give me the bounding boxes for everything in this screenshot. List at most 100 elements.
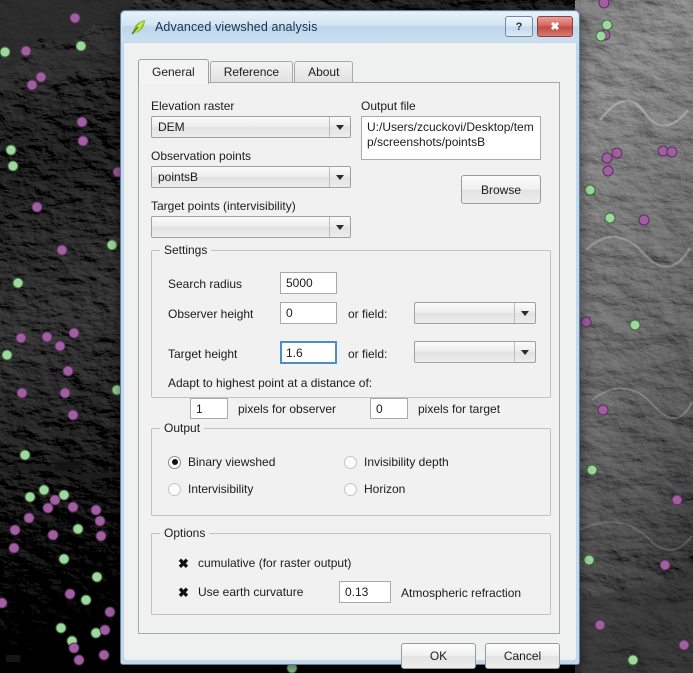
map-point-target xyxy=(584,184,596,196)
map-point-observer xyxy=(594,619,606,631)
map-point-observer xyxy=(0,597,8,609)
map-point-observer xyxy=(31,201,43,213)
radio-binary-viewshed[interactable]: Binary viewshed xyxy=(168,455,275,469)
target-or-field-label: or field: xyxy=(348,347,388,361)
map-point-observer xyxy=(15,332,27,344)
map-point-observer xyxy=(9,524,21,536)
map-point-observer xyxy=(659,559,671,571)
map-point-observer xyxy=(68,327,80,339)
checkbox-cumulative-label: cumulative (for raster output) xyxy=(198,556,352,570)
map-point-target xyxy=(91,571,103,583)
map-point-observer xyxy=(77,135,89,147)
browse-button[interactable]: Browse xyxy=(461,175,541,204)
tab-pane-general: Elevation raster DEM Observation points … xyxy=(138,82,560,634)
atmospheric-refraction-label: Atmospheric refraction xyxy=(401,586,522,600)
observer-or-field-label: or field: xyxy=(348,307,388,321)
options-group-title: Options xyxy=(160,526,210,540)
map-point-target xyxy=(75,40,87,52)
output-file-input[interactable]: U:/Users/zcuckovi/Desktop/temp/screensho… xyxy=(361,116,541,160)
target-height-input[interactable]: 1.6 xyxy=(280,341,337,364)
dialog-client-area: General Reference About Elevation raster… xyxy=(124,43,576,669)
observer-height-input[interactable]: 0 xyxy=(280,302,337,324)
map-point-observer xyxy=(598,0,610,9)
output-group: Output Binary viewshed Invisibility dept… xyxy=(151,421,551,516)
map-point-observer xyxy=(68,642,80,654)
output-group-title: Output xyxy=(160,421,205,435)
map-point-target xyxy=(629,319,641,331)
map-point-target xyxy=(55,622,67,634)
dialog-title: Advanced viewshed analysis xyxy=(155,19,318,34)
map-point-observer xyxy=(638,214,650,226)
adapt-target-input[interactable]: 0 xyxy=(370,398,408,419)
adapt-observer-input[interactable]: 1 xyxy=(190,398,228,419)
adapt-observer-label: pixels for observer xyxy=(238,402,337,416)
checkbox-earth-curvature[interactable]: ✖ Use earth curvature xyxy=(177,585,303,599)
map-point-observer xyxy=(42,502,54,514)
target-height-field-combo[interactable] xyxy=(414,341,536,363)
chevron-down-icon[interactable] xyxy=(514,342,535,362)
map-point-observer xyxy=(94,515,106,527)
help-button[interactable]: ? xyxy=(505,16,533,37)
search-radius-input[interactable]: 5000 xyxy=(280,272,337,294)
radio-horizon-label: Horizon xyxy=(364,482,406,496)
map-point-target xyxy=(1,349,13,361)
observer-height-label: Observer height xyxy=(168,307,254,321)
map-point-observer xyxy=(16,387,28,399)
map-point-target xyxy=(601,19,613,31)
options-group: Options ✖ cumulative (for raster output)… xyxy=(151,526,551,615)
adapt-highest-point-label: Adapt to highest point at a distance of: xyxy=(168,376,373,390)
radio-invisibility-depth[interactable]: Invisibility depth xyxy=(344,455,449,469)
map-point-observer xyxy=(90,504,102,516)
chevron-down-icon[interactable] xyxy=(329,117,350,137)
map-point-observer xyxy=(580,316,592,328)
atmospheric-refraction-input[interactable]: 0.13 xyxy=(339,581,391,603)
target-points-combo[interactable] xyxy=(151,216,351,238)
map-point-target xyxy=(90,627,102,639)
chevron-down-icon[interactable] xyxy=(329,217,350,237)
map-point-target xyxy=(19,449,31,461)
map-point-observer xyxy=(59,387,71,399)
close-icon[interactable]: ✖ xyxy=(537,16,573,37)
map-point-target xyxy=(80,594,92,606)
radio-dot xyxy=(168,482,181,496)
map-point-target xyxy=(58,553,70,565)
radio-dot xyxy=(344,482,357,496)
tab-about[interactable]: About xyxy=(294,61,354,83)
map-point-target xyxy=(12,277,24,289)
map-point-target xyxy=(595,30,607,42)
map-point-observer xyxy=(56,244,68,256)
radio-intervisibility[interactable]: Intervisibility xyxy=(168,482,253,496)
map-point-observer xyxy=(98,649,110,661)
observation-points-value: pointsB xyxy=(158,170,199,184)
map-point-observer xyxy=(47,529,59,541)
observation-points-label: Observation points xyxy=(151,149,252,163)
map-point-observer xyxy=(95,530,107,542)
dialog-titlebar[interactable]: Advanced viewshed analysis ? ✖ xyxy=(122,12,578,41)
map-point-observer xyxy=(23,512,35,524)
advanced-viewshed-analysis-dialog[interactable]: Advanced viewshed analysis ? ✖ General R… xyxy=(120,10,580,669)
screen: Advanced viewshed analysis ? ✖ General R… xyxy=(0,0,693,673)
chevron-down-icon[interactable] xyxy=(329,167,350,187)
map-point-observer xyxy=(602,165,614,177)
observer-height-field-combo[interactable] xyxy=(414,302,536,324)
map-point-observer xyxy=(99,624,111,636)
checkbox-cumulative[interactable]: ✖ cumulative (for raster output) xyxy=(177,556,351,570)
elevation-raster-combo[interactable]: DEM xyxy=(151,116,351,138)
map-point-target xyxy=(38,484,50,496)
radio-intervisibility-label: Intervisibility xyxy=(188,482,254,496)
ok-button[interactable]: OK xyxy=(401,643,476,669)
map-point-observer xyxy=(104,606,116,618)
observation-points-combo[interactable]: pointsB xyxy=(151,166,351,188)
cancel-button[interactable]: Cancel xyxy=(485,643,560,669)
tab-reference[interactable]: Reference xyxy=(209,61,294,83)
radio-horizon[interactable]: Horizon xyxy=(344,482,405,496)
map-point-observer xyxy=(611,147,623,159)
map-point-observer xyxy=(67,501,79,513)
map-point-target xyxy=(106,239,118,251)
target-points-label: Target points (intervisibility) xyxy=(151,199,296,213)
map-point-observer xyxy=(49,494,61,506)
chevron-down-icon[interactable] xyxy=(514,303,535,323)
map-point-observer xyxy=(597,404,609,416)
tab-general[interactable]: General xyxy=(138,59,209,84)
map-point-observer xyxy=(41,331,53,343)
